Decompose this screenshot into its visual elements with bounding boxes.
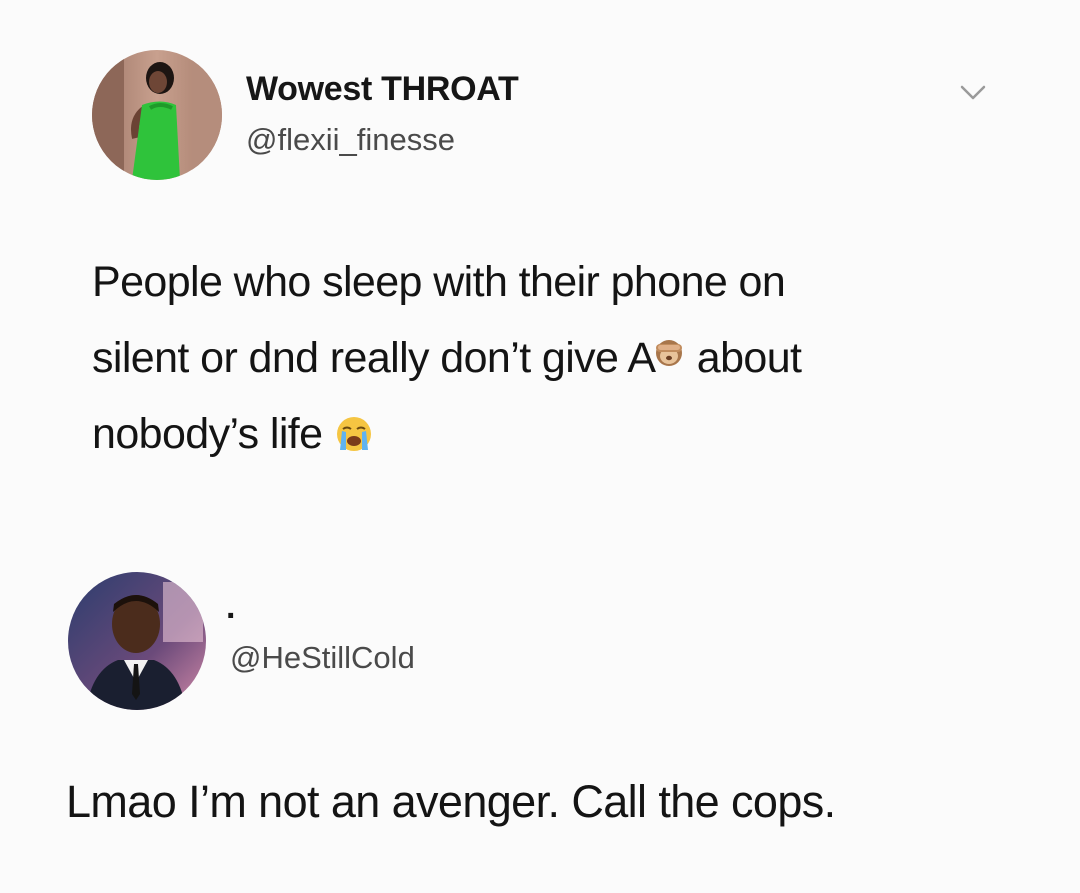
tweet-text-segment: about — [685, 334, 802, 382]
tweet-text-line: silent or dnd really don’t give A about — [92, 320, 992, 396]
tweet-text-line: People who sleep with their phone on — [92, 258, 786, 306]
user-handle[interactable]: @HeStillCold — [230, 640, 415, 676]
avatar[interactable] — [68, 572, 206, 710]
reply-text: Lmao I’m not an avenger. Call the cops. — [66, 776, 836, 827]
tweet-text-line: nobody’s life — [92, 396, 992, 472]
tweet-text-segment: nobody’s life — [92, 410, 323, 458]
tweet-text-segment: silent or dnd really don’t give A — [92, 334, 656, 382]
avatar[interactable] — [92, 50, 222, 180]
see-no-evil-monkey-icon — [656, 340, 683, 366]
chevron-down-icon[interactable] — [958, 82, 988, 104]
display-name[interactable]: Wowest THROAT — [246, 70, 519, 109]
loudly-crying-face-icon — [336, 417, 371, 451]
display-name[interactable]: . — [226, 588, 235, 627]
tweet-text: People who sleep with their phone on sil… — [92, 244, 992, 472]
user-handle[interactable]: @flexii_finesse — [246, 122, 455, 158]
